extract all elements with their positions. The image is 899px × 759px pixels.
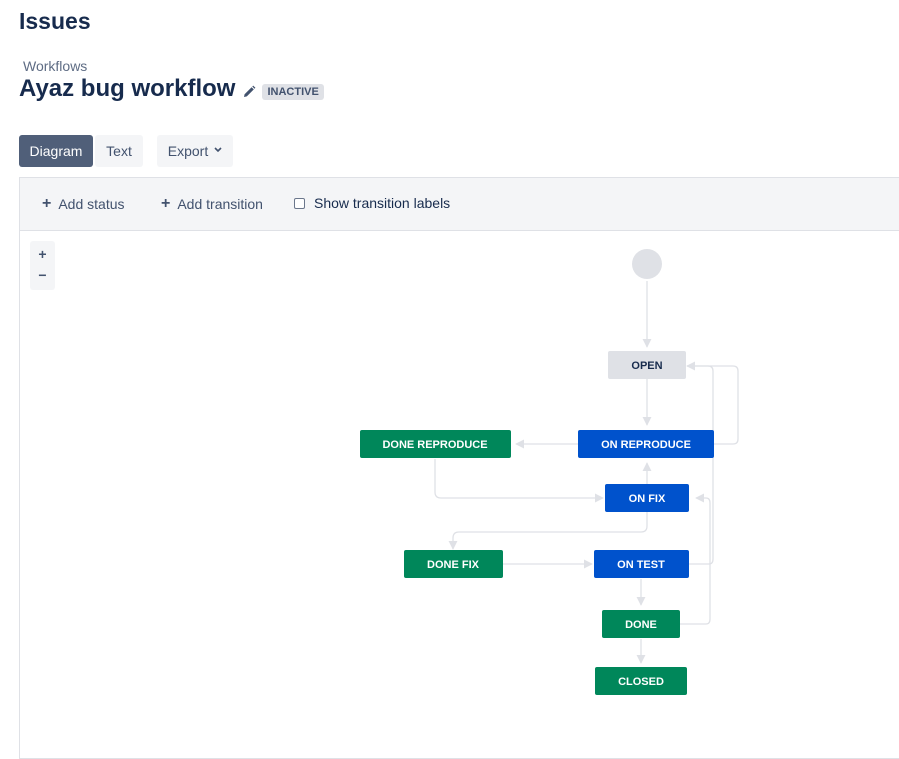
status-label-done-fix: DONE FIX	[427, 559, 480, 571]
transition-on-fix-done-fix[interactable]	[448, 512, 648, 550]
status-label-on-fix: ON FIX	[629, 493, 666, 505]
status-node-done-reproduce[interactable]: DONE REPRODUCE	[360, 430, 511, 458]
breadcrumb-workflows[interactable]: Workflows	[23, 58, 87, 74]
workflow-diagram: OPEN ON REPRODUCE DONE REPRODUCE ON FIX …	[360, 249, 739, 695]
status-node-on-reproduce[interactable]: ON REPRODUCE	[578, 430, 714, 458]
workflow-title: Ayaz bug workflow	[19, 75, 236, 102]
workflow-editor: + Add status + Add transition Show trans…	[19, 177, 899, 759]
status-label-done-reproduce: DONE REPRODUCE	[382, 439, 487, 451]
pencil-icon[interactable]	[242, 85, 256, 99]
tab-text[interactable]: Text	[95, 135, 143, 167]
transition-done-reproduce-on-fix[interactable]	[434, 459, 604, 503]
initial-state-circle[interactable]	[632, 249, 662, 279]
transition-on-test-open[interactable]	[687, 365, 714, 565]
chevron-down-icon	[214, 135, 222, 167]
status-node-open[interactable]: OPEN	[608, 351, 686, 379]
status-label-on-reproduce: ON REPRODUCE	[601, 439, 691, 451]
status-label-done: DONE	[625, 619, 657, 631]
status-node-done[interactable]: DONE	[602, 610, 680, 638]
status-label-closed: CLOSED	[618, 676, 664, 688]
export-label: Export	[167, 143, 209, 159]
page-heading: Issues	[19, 8, 91, 34]
tab-diagram[interactable]: Diagram	[19, 135, 93, 167]
export-button[interactable]: Export	[157, 135, 233, 167]
status-node-closed[interactable]: CLOSED	[595, 667, 687, 695]
status-node-on-test[interactable]: ON TEST	[594, 550, 689, 578]
status-lozenge: INACTIVE	[262, 83, 324, 100]
status-label-on-test: ON TEST	[617, 559, 665, 571]
status-node-on-fix[interactable]: ON FIX	[605, 484, 689, 512]
workflow-title-row: Ayaz bug workflow INACTIVE	[19, 75, 324, 103]
status-label-open: OPEN	[631, 360, 662, 372]
status-node-done-fix[interactable]: DONE FIX	[404, 550, 503, 578]
